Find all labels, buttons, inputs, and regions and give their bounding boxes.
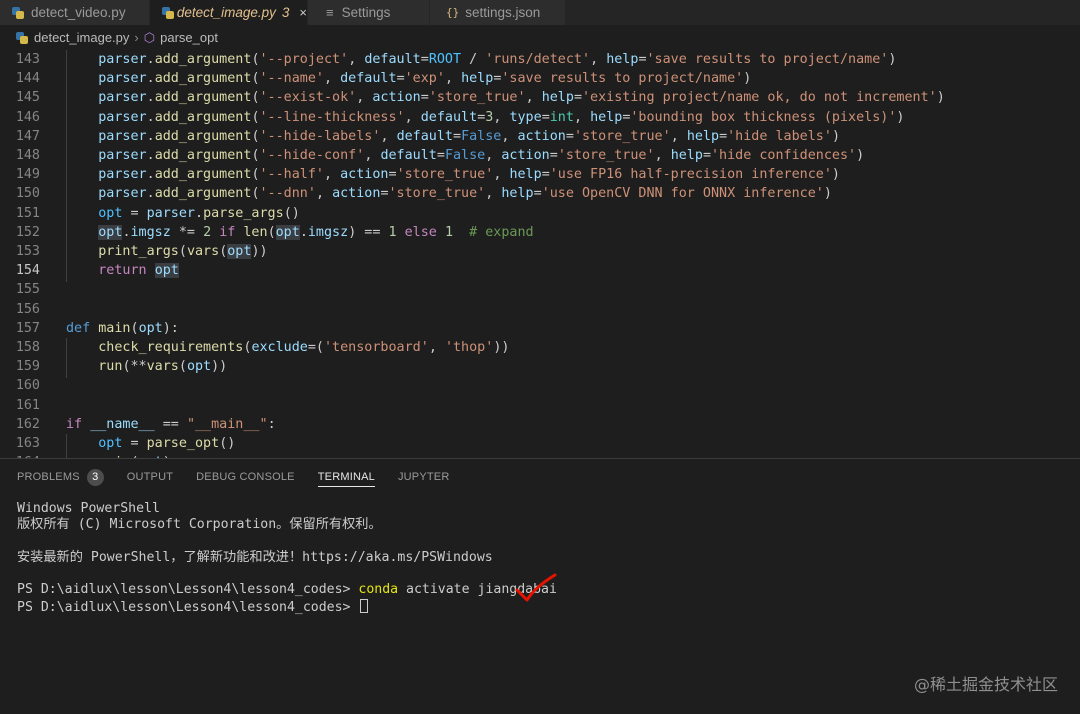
code-line: 147 parser.add_argument('--hide-labels',… <box>0 127 1080 146</box>
code-line: 143 parser.add_argument('--project', def… <box>0 50 1080 69</box>
python-file-icon <box>16 31 28 44</box>
problem-count-badge: 3 <box>281 5 290 20</box>
code-line: 157 def main(opt): <box>0 319 1080 338</box>
tab-label: OUTPUT <box>126 471 174 483</box>
code-line: 149 parser.add_argument('--half', action… <box>0 165 1080 184</box>
json-file-icon: {} <box>446 6 460 19</box>
line-number: 152 <box>15 224 40 240</box>
line-number: 145 <box>15 90 40 106</box>
close-icon[interactable]: × <box>299 5 307 20</box>
line-number: 150 <box>15 186 40 202</box>
tab-settings[interactable]: ≡ Settings <box>308 0 430 25</box>
breadcrumb-symbol[interactable]: parse_opt <box>160 30 218 45</box>
code-line: 144 parser.add_argument('--name', defaul… <box>0 69 1080 88</box>
problems-count-badge: 3 <box>86 468 104 486</box>
watermark: @稀土掘金技术社区 <box>913 675 1058 694</box>
line-number: 153 <box>15 244 40 259</box>
line-number: 158 <box>15 340 40 355</box>
tab-detect-video[interactable]: detect_video.py <box>0 0 150 25</box>
terminal-line: PS D:\aidlux\lesson\Lesson4\lesson4_code… <box>17 582 557 598</box>
line-number: 148 <box>15 148 40 163</box>
line-number: 156 <box>15 301 40 317</box>
code-line: 145 parser.add_argument('--exist-ok', ac… <box>0 88 1080 107</box>
code-line-current: 154 return opt <box>0 261 1080 280</box>
tab-label: JUPYTER <box>397 471 450 483</box>
breadcrumb-file[interactable]: detect_image.py <box>34 30 129 45</box>
terminal-prompt: PS D:\aidlux\lesson\Lesson4\lesson4_code… <box>17 599 359 615</box>
line-number: 163 <box>15 436 40 451</box>
code-editor[interactable]: 143 parser.add_argument('--project', def… <box>0 50 1080 458</box>
panel-tabs: PROBLEMS 3 OUTPUT DEBUG CONSOLE TERMINAL… <box>0 459 455 495</box>
code-line: 161 <box>0 396 1080 415</box>
code-line: 151 opt = parser.parse_args() <box>0 204 1080 223</box>
code-line: 163 opt = parse_opt() <box>0 434 1080 453</box>
line-number: 155 <box>15 282 40 298</box>
code-line: 148 parser.add_argument('--hide-conf', d… <box>0 146 1080 165</box>
line-number: 157 <box>15 320 40 336</box>
tab-debug-console[interactable]: DEBUG CONSOLE <box>196 459 295 495</box>
tab-jupyter[interactable]: JUPYTER <box>398 459 450 495</box>
editor-tab-bar: detect_video.py detect_image.py 3 × ≡ Se… <box>0 0 1080 25</box>
code-line: 150 parser.add_argument('--dnn', action=… <box>0 184 1080 203</box>
tab-settings-json[interactable]: {} settings.json <box>430 0 566 25</box>
python-file-icon <box>12 6 24 19</box>
breadcrumb: detect_image.py › ⬡ parse_opt <box>0 25 1080 50</box>
terminal-cursor <box>360 598 369 613</box>
code-line: 156 <box>0 300 1080 319</box>
tab-output[interactable]: OUTPUT <box>127 459 173 495</box>
line-number: 151 <box>15 205 40 221</box>
line-number: 160 <box>15 378 40 394</box>
code-line: 146 parser.add_argument('--line-thicknes… <box>0 108 1080 127</box>
method-icon: ⬡ <box>143 29 156 45</box>
line-number: 159 <box>15 359 40 375</box>
line-number: 154 <box>15 263 40 279</box>
code-line: 160 <box>0 376 1080 395</box>
python-file-icon <box>162 6 174 19</box>
line-number: 144 <box>15 71 40 87</box>
terminal-output[interactable]: Windows PowerShell 版权所有 (C) Microsoft Co… <box>17 501 557 615</box>
tab-label: detect_video.py <box>31 5 126 20</box>
tab-label: PROBLEMS <box>17 471 80 483</box>
checkmark-icon <box>515 573 557 602</box>
terminal-line: 版权所有 (C) Microsoft Corporation。保留所有权利。 <box>17 517 382 533</box>
terminal-command-name: conda <box>358 582 399 598</box>
tab-label: TERMINAL <box>317 471 375 483</box>
tab-problems[interactable]: PROBLEMS 3 <box>17 459 104 495</box>
code-line: 153 print_args(vars(opt)) <box>0 242 1080 261</box>
tab-terminal[interactable]: TERMINAL <box>317 459 376 495</box>
tab-label: detect_image.py <box>176 5 276 20</box>
code-line: 155 <box>0 280 1080 299</box>
terminal-prompt: PS D:\aidlux\lesson\Lesson4\lesson4_code… <box>17 582 359 598</box>
code-line: 159 run(**vars(opt)) <box>0 357 1080 376</box>
terminal-line: Windows PowerShell <box>17 501 160 516</box>
code-line: 152 opt.imgsz *= 2 if len(opt.imgsz) == … <box>0 223 1080 242</box>
code-line: 158 check_requirements(exclude=('tensorb… <box>0 338 1080 357</box>
terminal-input-line[interactable]: PS D:\aidlux\lesson\Lesson4\lesson4_code… <box>17 598 557 615</box>
tab-detect-image[interactable]: detect_image.py 3 × <box>150 0 308 25</box>
line-number: 149 <box>15 167 40 183</box>
line-number: 143 <box>15 52 40 67</box>
code-line: 162 if __name__ == "__main__": <box>0 415 1080 434</box>
tab-label: DEBUG CONSOLE <box>196 471 295 483</box>
terminal-line: 安装最新的 PowerShell，了解新功能和改进！https://aka.ms… <box>17 549 493 565</box>
line-number: 162 <box>15 416 40 432</box>
gear-icon: ≡ <box>326 5 334 20</box>
chevron-right-icon: › <box>134 30 139 45</box>
line-number: 146 <box>15 109 40 125</box>
line-number: 147 <box>15 128 40 144</box>
line-number: 161 <box>15 397 40 413</box>
tab-label: Settings <box>341 5 391 20</box>
tab-label: settings.json <box>465 5 541 20</box>
